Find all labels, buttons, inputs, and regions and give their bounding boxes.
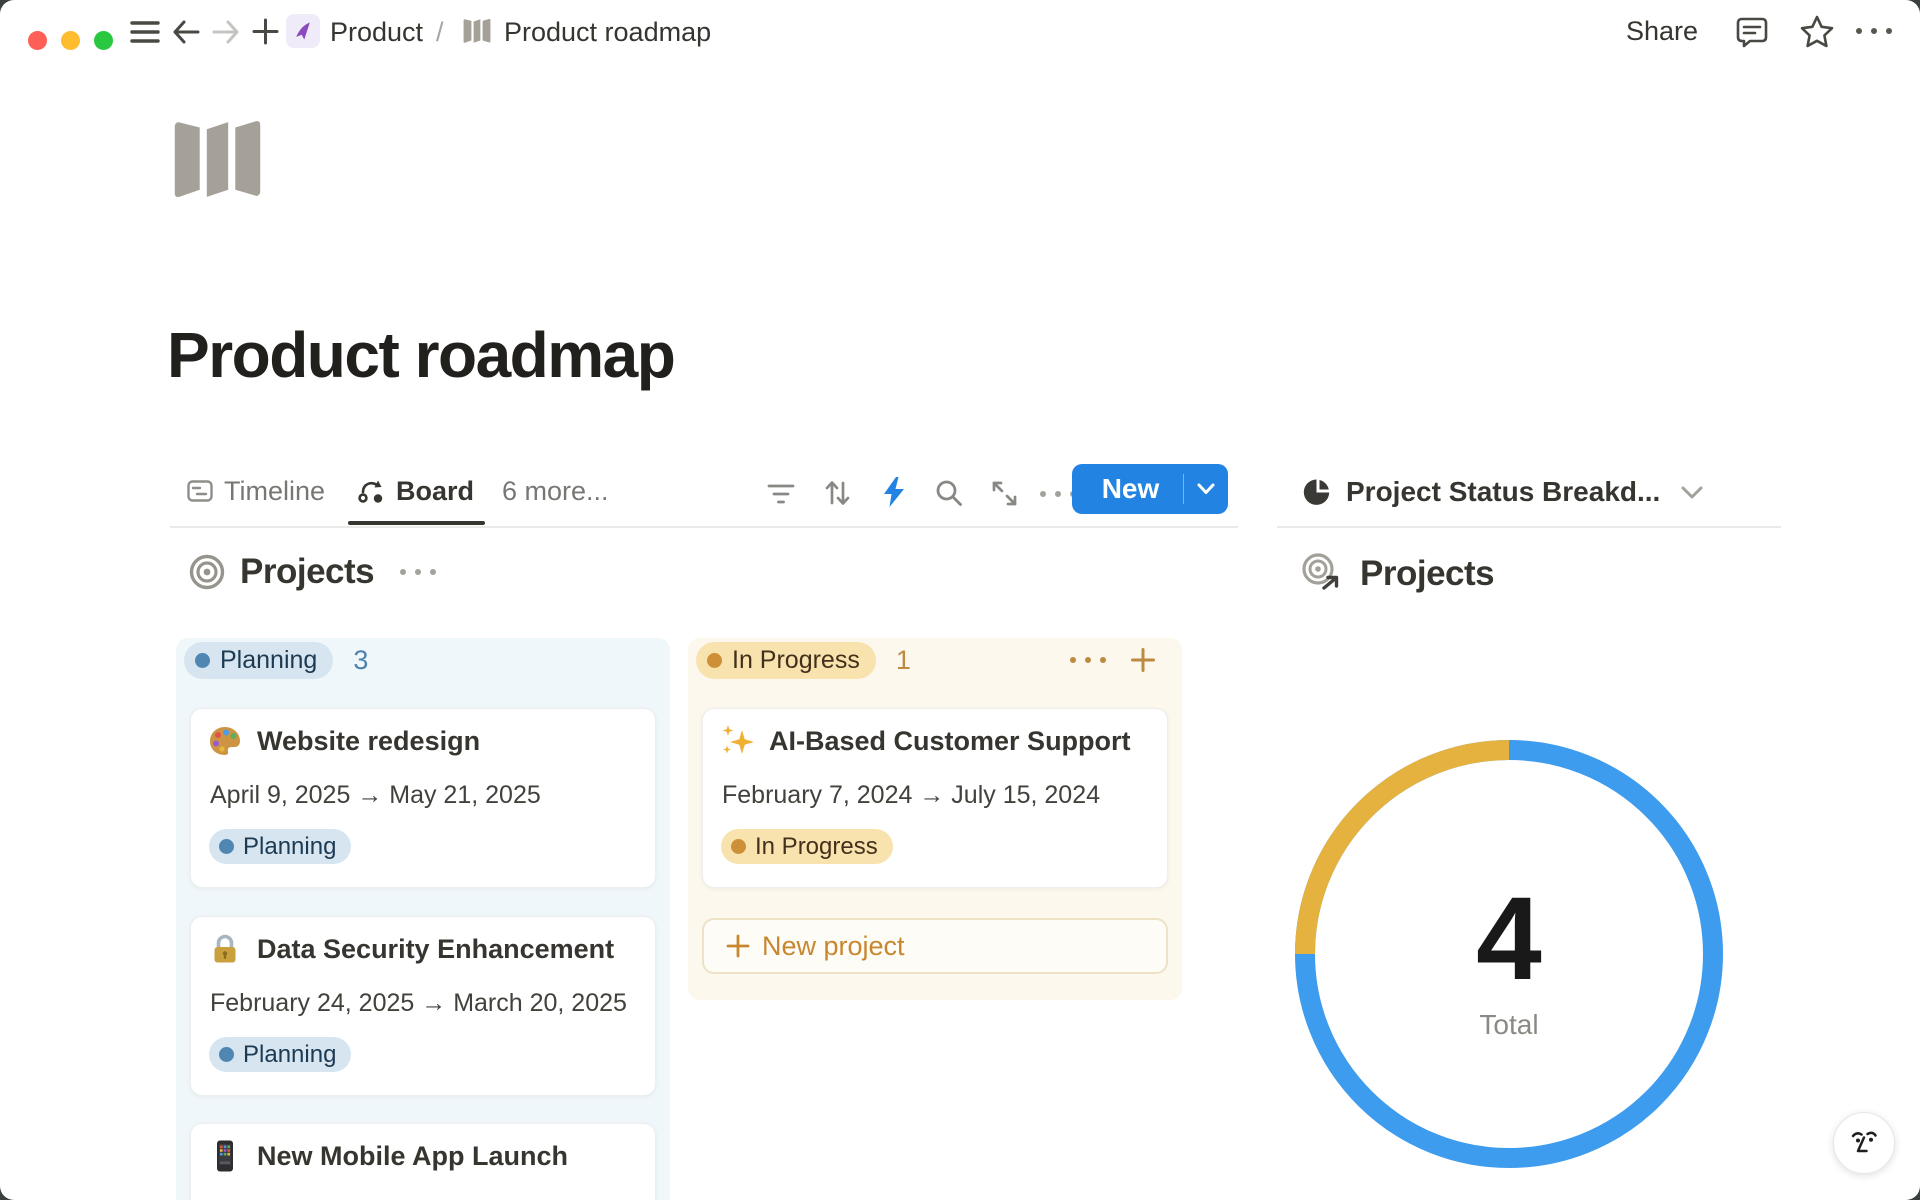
search-icon[interactable] <box>934 478 964 508</box>
automations-lightning-icon[interactable] <box>880 476 908 508</box>
breadcrumb-separator: / <box>436 17 444 48</box>
mobile-phone-emoji <box>207 1138 243 1174</box>
card-status-tag: Planning <box>209 829 351 864</box>
bullseye-icon <box>188 553 226 591</box>
new-button-chevron-icon[interactable] <box>1184 483 1228 495</box>
card-date-range: March 1, 2025 → March 20, 2025 <box>210 1196 582 1200</box>
board-section-header: Projects <box>188 552 436 592</box>
board-view-icon <box>356 476 386 506</box>
new-project-button[interactable]: New project <box>702 918 1168 974</box>
card-date-range: April 9, 2025 → May 21, 2025 <box>210 781 541 810</box>
palette-emoji <box>207 723 243 759</box>
donut-total-label: Total <box>1479 1009 1538 1041</box>
board-column-planning: Planning 3 Website redesign April 9, 202… <box>176 638 670 1200</box>
new-project-label: New project <box>762 931 905 962</box>
section-options-icon[interactable] <box>400 569 436 575</box>
chart-view-dropdown[interactable]: Project Status Breakd... <box>1302 476 1704 508</box>
card-date-range: February 24, 2025 → March 20, 2025 <box>210 989 627 1018</box>
minimize-window-button[interactable] <box>61 31 80 50</box>
expand-icon[interactable] <box>990 479 1019 508</box>
tab-board[interactable]: Board <box>356 474 474 508</box>
workspace-icon[interactable] <box>286 14 320 48</box>
new-button[interactable]: New <box>1072 464 1228 514</box>
zoom-window-button[interactable] <box>94 31 113 50</box>
close-window-button[interactable] <box>28 31 47 50</box>
column-options-icon[interactable] <box>1070 657 1106 663</box>
column-add-card-icon[interactable] <box>1130 647 1156 673</box>
chart-view-title: Project Status Breakd... <box>1346 476 1660 508</box>
column-count: 1 <box>896 645 911 676</box>
plus-icon <box>726 934 750 958</box>
status-pill-in-progress[interactable]: In Progress <box>696 642 876 679</box>
forward-icon[interactable] <box>212 18 240 46</box>
bullseye-arrow-icon <box>1300 552 1346 596</box>
status-dot <box>195 653 210 668</box>
card-data-security[interactable]: Data Security Enhancement February 24, 2… <box>190 916 656 1096</box>
notion-window: Product / Product roadmap Share Product … <box>0 0 1920 1200</box>
ai-face-icon <box>1846 1125 1882 1161</box>
timeline-view-icon <box>186 477 214 505</box>
chevron-down-icon <box>1680 485 1704 500</box>
map-icon <box>462 17 492 45</box>
card-date-range: February 7, 2024 → July 15, 2024 <box>722 781 1100 810</box>
sidebar-menu-icon[interactable] <box>130 19 160 45</box>
page-icon-map[interactable] <box>170 115 265 204</box>
card-ai-customer-support[interactable]: AI-Based Customer Support February 7, 20… <box>702 708 1168 888</box>
column-header-planning[interactable]: Planning 3 <box>184 640 662 680</box>
notion-ai-button[interactable] <box>1833 1112 1895 1174</box>
card-status-tag: Planning <box>209 1037 351 1072</box>
sort-icon[interactable] <box>822 478 852 508</box>
lock-emoji <box>207 931 243 967</box>
card-mobile-app-launch[interactable]: New Mobile App Launch March 1, 2025 → Ma… <box>190 1123 656 1200</box>
chart-section-title[interactable]: Projects <box>1360 554 1494 594</box>
panel-header-divider <box>1277 526 1781 528</box>
donut-total-value: 4 <box>1476 883 1542 995</box>
share-button[interactable]: Share <box>1626 16 1698 47</box>
sparkles-emoji <box>719 723 755 759</box>
donut-center: 4 Total <box>1295 740 1723 1168</box>
chart-section-header: Projects <box>1300 552 1494 596</box>
card-title: AI-Based Customer Support <box>769 726 1131 757</box>
status-dot <box>219 839 234 854</box>
board-section-title[interactable]: Projects <box>240 552 374 592</box>
status-pill-planning[interactable]: Planning <box>184 642 333 679</box>
more-options-icon[interactable] <box>1856 28 1892 34</box>
card-status-tag: In Progress <box>721 829 893 864</box>
board-header-divider <box>170 526 1238 528</box>
pie-chart-icon <box>1302 477 1332 507</box>
status-dot <box>707 653 722 668</box>
card-title: Website redesign <box>257 726 480 757</box>
card-title: Data Security Enhancement <box>257 934 614 965</box>
board-column-in-progress: In Progress 1 AI-Based Customer Support … <box>688 638 1182 1000</box>
comments-icon[interactable] <box>1734 14 1770 50</box>
breadcrumb-page[interactable]: Product roadmap <box>504 17 711 48</box>
page-title[interactable]: Product roadmap <box>167 318 674 392</box>
filter-icon[interactable] <box>766 483 796 505</box>
column-count: 3 <box>353 645 368 676</box>
view-options-icon[interactable] <box>1040 491 1076 497</box>
card-website-redesign[interactable]: Website redesign April 9, 2025 → May 21,… <box>190 708 656 888</box>
card-title: New Mobile App Launch <box>257 1141 568 1172</box>
tab-more-views[interactable]: 6 more... <box>502 474 609 508</box>
new-button-label: New <box>1072 473 1183 505</box>
status-dot <box>731 839 746 854</box>
back-icon[interactable] <box>172 18 200 46</box>
favorite-star-icon[interactable] <box>1798 13 1836 51</box>
breadcrumb-workspace[interactable]: Product <box>330 17 423 48</box>
status-donut-chart[interactable]: 4 Total <box>1295 740 1723 1168</box>
tab-timeline[interactable]: Timeline <box>186 474 325 508</box>
active-tab-underline <box>348 521 485 525</box>
status-dot <box>219 1047 234 1062</box>
new-page-icon[interactable] <box>252 18 279 45</box>
column-header-in-progress[interactable]: In Progress 1 <box>696 640 1174 680</box>
